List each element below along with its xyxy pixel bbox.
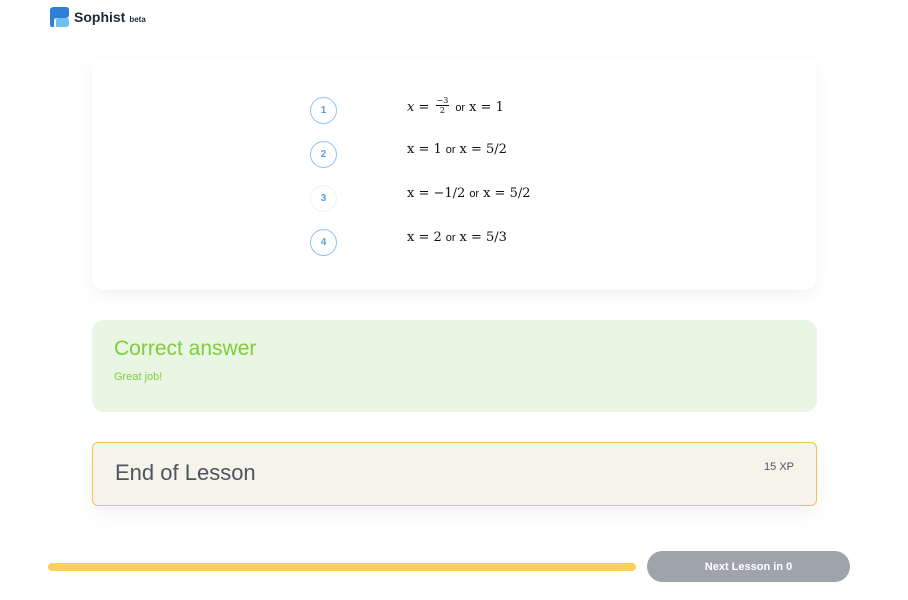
result-title: Correct answer (114, 337, 257, 360)
next-lesson-button[interactable]: Next Lesson in 0 (647, 551, 850, 582)
option-number-bubble[interactable]: 3 (310, 184, 337, 212)
option-answer: x = −1/2 or x = 5/2 (407, 186, 531, 201)
question-card: 1 x = −3 2 or x = 1 2 x = 1 or x = 5/2 3 x = … (92, 59, 816, 290)
option-answer: x = −3 2 or x = 1 (407, 96, 504, 115)
option-number-bubble[interactable]: 1 (310, 96, 337, 124)
option-3[interactable]: 3 x = −1/2 or x = 5/2 (310, 183, 531, 213)
option-answer: x = 2 or x = 5/3 (407, 230, 507, 245)
header: Sophist beta (48, 5, 146, 29)
progress-fill (48, 563, 636, 571)
end-of-lesson-card: End of Lesson 15 XP (92, 442, 817, 506)
xp-label: 15 XP (764, 461, 794, 473)
option-2[interactable]: 2 x = 1 or x = 5/2 (310, 139, 507, 169)
option-answer: x = 1 or x = 5/2 (407, 142, 507, 157)
beta-badge: beta (129, 14, 146, 24)
result-card: Correct answer Great job! (92, 320, 817, 412)
brand-name[interactable]: Sophist (74, 9, 125, 25)
option-number-bubble[interactable]: 2 (310, 140, 337, 168)
end-of-lesson-title: End of Lesson (115, 460, 256, 485)
result-subtitle: Great job! (114, 371, 163, 383)
option-4[interactable]: 4 x = 2 or x = 5/3 (310, 227, 507, 257)
option-number-bubble[interactable]: 4 (310, 228, 337, 256)
option-1[interactable]: 1 x = −3 2 or x = 1 (310, 95, 504, 125)
fraction-neg-3-over-2: −3 2 (435, 96, 450, 115)
sophist-logo-icon[interactable] (48, 6, 70, 28)
lesson-progress-bar (48, 563, 636, 571)
